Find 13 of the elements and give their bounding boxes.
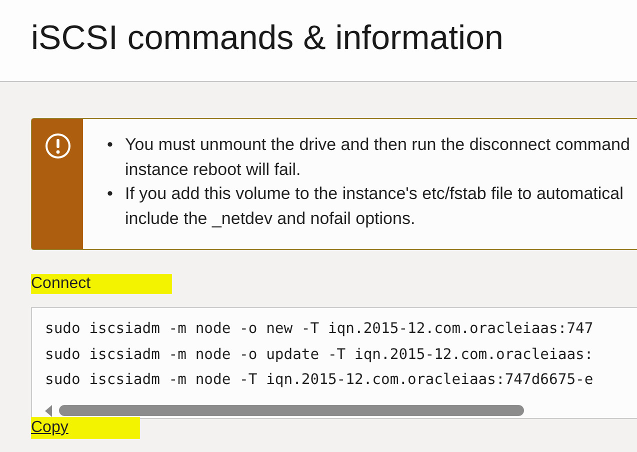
bullet-mark: • [107, 183, 114, 205]
alert-text: You must unmount the drive and then run the disconnect command instance reboot will fail. [125, 134, 630, 180]
scroll-left-icon[interactable] [45, 404, 53, 416]
scrollbar-thumb[interactable] [59, 405, 524, 416]
copy-link[interactable]: Copy [31, 417, 140, 439]
alert-text: If you add this volume to the instance's etc/fstab file to automatical include the _netdev and nofail options. [125, 183, 624, 230]
page-title: iSCSI commands & information [30, 18, 504, 59]
command-line: sudo iscsiadm -m node -o update -T iqn.2015-12.com.oracleiaas: [45, 344, 594, 364]
warning-icon [44, 133, 70, 159]
section-label: Connect [31, 274, 172, 294]
command-line: sudo iscsiadm -m node -T iqn.2015-12.com.oracleiaas:747d6675-e [45, 370, 594, 390]
command-line: sudo iscsiadm -m node -o new -T iqn.2015-12.com.oracleiaas:747 [45, 319, 594, 339]
bullet-mark: • [107, 134, 114, 156]
